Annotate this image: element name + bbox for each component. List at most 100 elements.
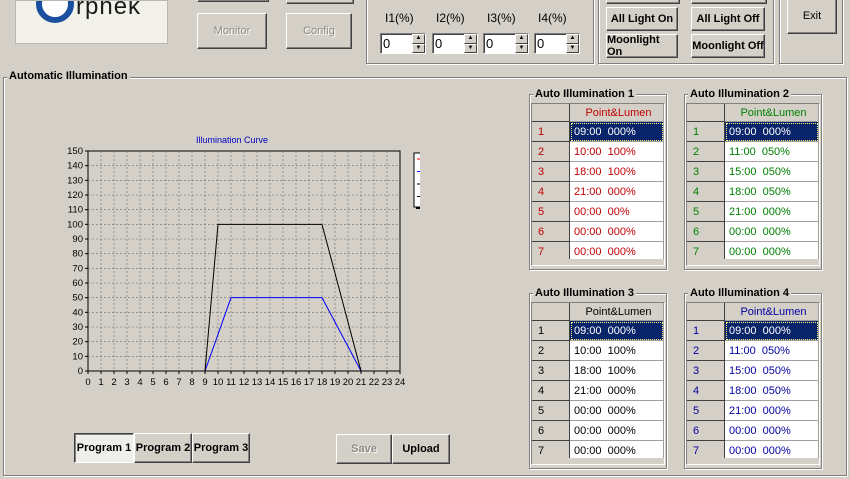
- moonlight-off-button[interactable]: Moonlight Off: [691, 34, 765, 58]
- spin-up-icon[interactable]: ▲: [515, 34, 528, 44]
- table-row[interactable]: 1 09:00 000%: [532, 121, 664, 142]
- point-lumen-cell[interactable]: 18:00 050%: [724, 380, 819, 401]
- column-header-point-lumen[interactable]: Point&Lumen: [724, 303, 819, 321]
- table-row[interactable]: 2 10:00 100%: [532, 141, 664, 162]
- point-lumen-cell[interactable]: 09:00 000%: [569, 320, 664, 341]
- all-light-off-button[interactable]: All Light Off: [691, 7, 765, 31]
- program-3-button[interactable]: Program 3: [192, 433, 250, 463]
- row-index-cell[interactable]: 2: [687, 141, 725, 162]
- row-index-cell[interactable]: 2: [532, 141, 570, 162]
- i2-spinner[interactable]: 0 ▲ ▼: [432, 33, 478, 54]
- row-index-cell[interactable]: 3: [687, 360, 725, 381]
- spin-up-icon[interactable]: ▲: [464, 34, 477, 44]
- auto-illumination-2-grid[interactable]: Point&Lumen 1 09:00 000% 2 11:00 050% 3 15:00 …: [686, 103, 820, 266]
- row-index-cell[interactable]: 1: [687, 320, 725, 341]
- table-row[interactable]: 5 00:00 000%: [532, 400, 664, 421]
- auto-illumination-3-grid[interactable]: Point&Lumen 1 09:00 000% 2 10:00 100% 3 18:00 …: [531, 302, 665, 465]
- point-lumen-cell[interactable]: 10:00 100%: [569, 141, 664, 162]
- column-header-point-lumen[interactable]: Point&Lumen: [724, 104, 819, 122]
- table-row[interactable]: 2 11:00 050%: [687, 340, 819, 361]
- table-row[interactable]: 4 18:00 050%: [687, 380, 819, 401]
- monitor-button[interactable]: Monitor: [197, 13, 267, 49]
- point-lumen-cell[interactable]: 15:00 050%: [724, 360, 819, 381]
- spin-down-icon[interactable]: ▼: [566, 43, 579, 53]
- point-lumen-cell[interactable]: 00:00 000%: [569, 400, 664, 421]
- table-row[interactable]: 1 09:00 000%: [687, 121, 819, 142]
- spin-down-icon[interactable]: ▼: [515, 43, 528, 53]
- upload-button[interactable]: Upload: [392, 434, 450, 464]
- top-button-hidden[interactable]: [286, 0, 354, 4]
- row-index-cell[interactable]: 3: [532, 360, 570, 381]
- point-lumen-cell[interactable]: 00:00 000%: [724, 420, 819, 441]
- point-lumen-cell[interactable]: 00:00 000%: [724, 221, 819, 242]
- table-row[interactable]: 1 09:00 000%: [532, 320, 664, 341]
- table-row[interactable]: 3 15:00 050%: [687, 360, 819, 381]
- program-2-button[interactable]: Program 2: [134, 433, 192, 463]
- row-index-cell[interactable]: 6: [687, 221, 725, 242]
- row-index-cell[interactable]: 2: [687, 340, 725, 361]
- point-lumen-cell[interactable]: 10:00 100%: [569, 340, 664, 361]
- row-index-cell[interactable]: 4: [532, 380, 570, 401]
- moonlight-on-button[interactable]: Moonlight On: [606, 34, 678, 58]
- table-row[interactable]: 4 21:00 000%: [532, 380, 664, 401]
- point-lumen-cell[interactable]: 18:00 100%: [569, 161, 664, 182]
- auto-illumination-4-grid[interactable]: Point&Lumen 1 09:00 000% 2 11:00 050% 3 15:00 …: [686, 302, 820, 465]
- column-header-point-lumen[interactable]: Point&Lumen: [569, 104, 664, 122]
- point-lumen-cell[interactable]: 00:00 00%: [569, 201, 664, 222]
- point-lumen-cell[interactable]: 11:00 050%: [724, 141, 819, 162]
- i3-value[interactable]: 0: [484, 34, 515, 53]
- point-lumen-cell[interactable]: 21:00 000%: [569, 181, 664, 202]
- point-lumen-cell[interactable]: 00:00 000%: [569, 420, 664, 441]
- table-row[interactable]: 5 21:00 000%: [687, 201, 819, 222]
- i4-value[interactable]: 0: [535, 34, 566, 53]
- row-index-cell[interactable]: 1: [532, 121, 570, 142]
- table-row[interactable]: 3 18:00 100%: [532, 161, 664, 182]
- row-index-cell[interactable]: 1: [687, 121, 725, 142]
- i1-value[interactable]: 0: [381, 34, 412, 53]
- spin-up-icon[interactable]: ▲: [566, 34, 579, 44]
- i3-spinner[interactable]: 0 ▲ ▼: [483, 33, 529, 54]
- table-row[interactable]: 5 00:00 00%: [532, 201, 664, 222]
- save-button[interactable]: Save: [336, 434, 392, 464]
- auto-illumination-1-grid[interactable]: Point&Lumen 1 09:00 000% 2 10:00 100% 3 18:00 …: [531, 103, 665, 266]
- config-button[interactable]: Config: [286, 13, 352, 49]
- point-lumen-cell[interactable]: 18:00 050%: [724, 181, 819, 202]
- point-lumen-cell[interactable]: 09:00 000%: [569, 121, 664, 142]
- row-index-cell[interactable]: 6: [687, 420, 725, 441]
- row-index-cell[interactable]: 3: [532, 161, 570, 182]
- row-index-cell[interactable]: 5: [532, 201, 570, 222]
- table-row[interactable]: 1 09:00 000%: [687, 320, 819, 341]
- point-lumen-cell[interactable]: 21:00 000%: [724, 201, 819, 222]
- table-row[interactable]: 4 21:00 000%: [532, 181, 664, 202]
- table-row[interactable]: 2 11:00 050%: [687, 141, 819, 162]
- spin-down-icon[interactable]: ▼: [412, 43, 425, 53]
- row-index-cell[interactable]: 3: [687, 161, 725, 182]
- row-index-cell[interactable]: 5: [532, 400, 570, 421]
- table-row[interactable]: 3 18:00 100%: [532, 360, 664, 381]
- all-light-on-button[interactable]: All Light On: [606, 7, 678, 31]
- table-row[interactable]: 2 10:00 100%: [532, 340, 664, 361]
- spin-down-icon[interactable]: ▼: [464, 43, 477, 53]
- point-lumen-cell[interactable]: 21:00 000%: [724, 400, 819, 421]
- row-index-cell[interactable]: 4: [687, 181, 725, 202]
- row-index-cell[interactable]: 4: [687, 380, 725, 401]
- top-dropdown[interactable]: [197, 0, 269, 2]
- row-index-cell[interactable]: 5: [687, 201, 725, 222]
- point-lumen-cell[interactable]: 00:00 000%: [569, 221, 664, 242]
- row-index-cell[interactable]: 4: [532, 181, 570, 202]
- row-index-cell[interactable]: 6: [532, 420, 570, 441]
- table-row[interactable]: 4 18:00 050%: [687, 181, 819, 202]
- point-lumen-cell[interactable]: 18:00 100%: [569, 360, 664, 381]
- row-index-cell[interactable]: 5: [687, 400, 725, 421]
- i1-spinner[interactable]: 0 ▲ ▼: [380, 33, 426, 54]
- table-row[interactable]: 6 00:00 000%: [687, 420, 819, 441]
- spin-up-icon[interactable]: ▲: [412, 34, 425, 44]
- row-index-cell[interactable]: 1: [532, 320, 570, 341]
- table-row[interactable]: 6 00:00 000%: [532, 221, 664, 242]
- point-lumen-cell[interactable]: 15:00 050%: [724, 161, 819, 182]
- exit-button[interactable]: Exit: [787, 0, 837, 34]
- point-lumen-cell[interactable]: 09:00 000%: [724, 320, 819, 341]
- table-row[interactable]: 3 15:00 050%: [687, 161, 819, 182]
- row-index-cell[interactable]: 6: [532, 221, 570, 242]
- point-lumen-cell[interactable]: 09:00 000%: [724, 121, 819, 142]
